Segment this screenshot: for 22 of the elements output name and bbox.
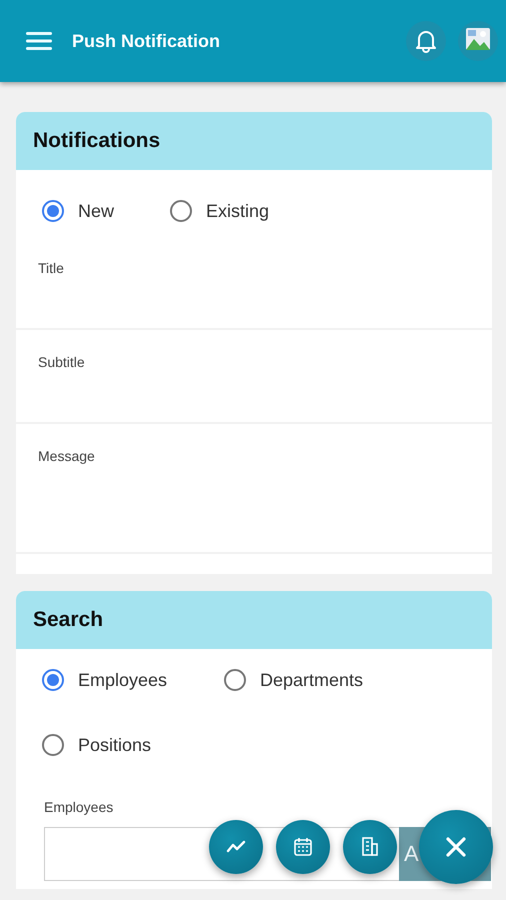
radio-button[interactable]	[170, 200, 192, 222]
close-icon	[445, 836, 467, 858]
radio-option[interactable]: Employees	[42, 669, 224, 691]
field-label: Employees	[44, 799, 114, 815]
notification-button[interactable]	[406, 21, 446, 61]
radio-button[interactable]	[224, 669, 246, 691]
bell-icon	[415, 29, 437, 53]
radio-option[interactable]: Positions	[42, 734, 224, 756]
radio-button[interactable]	[42, 200, 64, 222]
field-label: Subtitle	[38, 354, 86, 370]
field-label: Message	[38, 448, 96, 464]
field-label: Title	[38, 260, 65, 276]
avatar-button[interactable]	[458, 21, 498, 61]
menu-icon[interactable]	[26, 31, 52, 51]
radio-button[interactable]	[42, 734, 64, 756]
app-title: Push Notification	[72, 30, 221, 52]
card-heading: Search	[16, 591, 492, 649]
card-heading: Notifications	[16, 112, 492, 170]
radio-button[interactable]	[42, 669, 64, 691]
radio-option[interactable]: New	[42, 200, 170, 222]
radio-option[interactable]: Existing	[170, 200, 298, 222]
radio-option[interactable]: Departments	[224, 669, 406, 691]
